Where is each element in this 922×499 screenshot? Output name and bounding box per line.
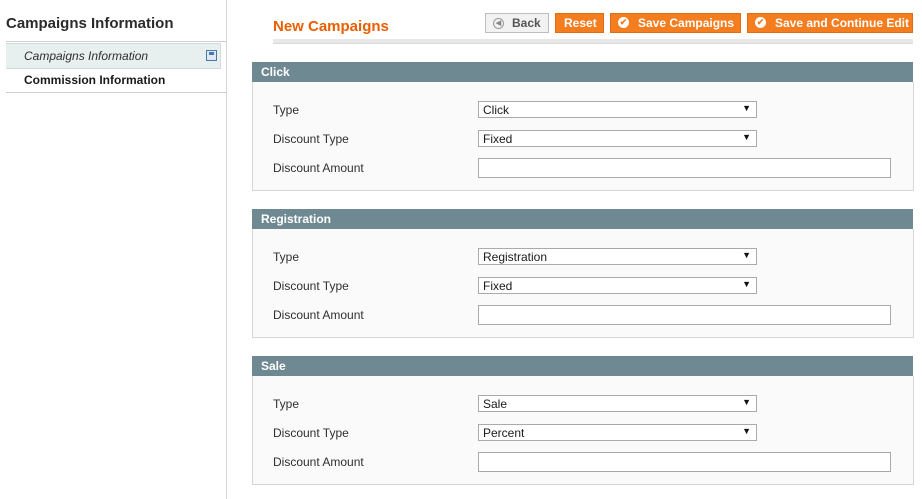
save-label: Save Campaigns [638, 16, 735, 30]
section-registration: Type Registration ▼ Discount Type Fixed … [252, 229, 914, 338]
discount-amount-label: Discount Amount [273, 308, 364, 322]
back-button[interactable]: ◀ Back [485, 13, 549, 33]
chevron-down-icon: ▼ [742, 250, 751, 260]
discount-type-value: Fixed [483, 132, 513, 146]
check-icon: ✔ [618, 17, 629, 28]
type-select[interactable]: Sale ▼ [478, 395, 757, 412]
chevron-down-icon: ▼ [742, 279, 751, 289]
section-click: Type Click ▼ Discount Type Fixed ▼ Disco… [252, 82, 914, 191]
type-select-value: Registration [483, 250, 548, 264]
discount-amount-input[interactable] [478, 158, 891, 178]
discount-type-value: Percent [483, 426, 525, 440]
tab-label: Campaigns Information [24, 49, 149, 63]
discount-type-label: Discount Type [273, 426, 349, 440]
section-title: Click [261, 65, 290, 79]
type-select-value: Sale [483, 397, 508, 411]
save-campaigns-button[interactable]: ✔ Save Campaigns [610, 13, 741, 33]
save-icon [206, 50, 217, 61]
section-header-click: Click [252, 62, 913, 82]
save-continue-label: Save and Continue Edit [775, 16, 910, 30]
header-divider [273, 39, 913, 44]
chevron-down-icon: ▼ [742, 103, 751, 113]
chevron-down-icon: ▼ [742, 132, 751, 142]
type-select[interactable]: Registration ▼ [478, 248, 757, 265]
discount-amount-input[interactable] [478, 305, 891, 325]
discount-type-select[interactable]: Fixed ▼ [478, 277, 757, 294]
section-sale: Type Sale ▼ Discount Type Percent ▼ Disc… [252, 376, 914, 485]
discount-amount-input[interactable] [478, 452, 891, 472]
page-title: New Campaigns [273, 18, 389, 35]
chevron-down-icon: ▼ [742, 426, 751, 436]
discount-type-select[interactable]: Percent ▼ [478, 424, 757, 441]
discount-type-label: Discount Type [273, 279, 349, 293]
type-select-value: Click [483, 103, 509, 117]
sidebar-divider [6, 41, 226, 42]
section-header-sale: Sale [252, 356, 913, 376]
discount-type-select[interactable]: Fixed ▼ [478, 130, 757, 147]
back-label: Back [512, 16, 541, 30]
tab-campaigns-information[interactable]: Campaigns Information [6, 43, 221, 69]
chevron-down-icon: ▼ [742, 397, 751, 407]
type-label: Type [273, 397, 300, 411]
save-and-continue-button[interactable]: ✔ Save and Continue Edit [747, 13, 913, 33]
section-title: Sale [261, 359, 286, 373]
discount-amount-label: Discount Amount [273, 161, 364, 175]
type-label: Type [273, 250, 300, 264]
tab-commission-information[interactable]: Commission Information [6, 68, 226, 93]
sidebar-title: Campaigns Information [6, 15, 174, 32]
check-icon: ✔ [755, 17, 766, 28]
section-header-registration: Registration [252, 209, 913, 229]
discount-amount-label: Discount Amount [273, 455, 364, 469]
reset-label: Reset [564, 16, 597, 30]
section-title: Registration [261, 212, 332, 226]
reset-button[interactable]: Reset [555, 13, 604, 33]
sidebar: Campaigns Information Campaigns Informat… [0, 0, 227, 499]
tab-label: Commission Information [24, 73, 166, 87]
arrow-left-icon: ◀ [493, 18, 504, 29]
discount-type-value: Fixed [483, 279, 513, 293]
discount-type-label: Discount Type [273, 132, 349, 146]
type-label: Type [273, 103, 300, 117]
type-select[interactable]: Click ▼ [478, 101, 757, 118]
